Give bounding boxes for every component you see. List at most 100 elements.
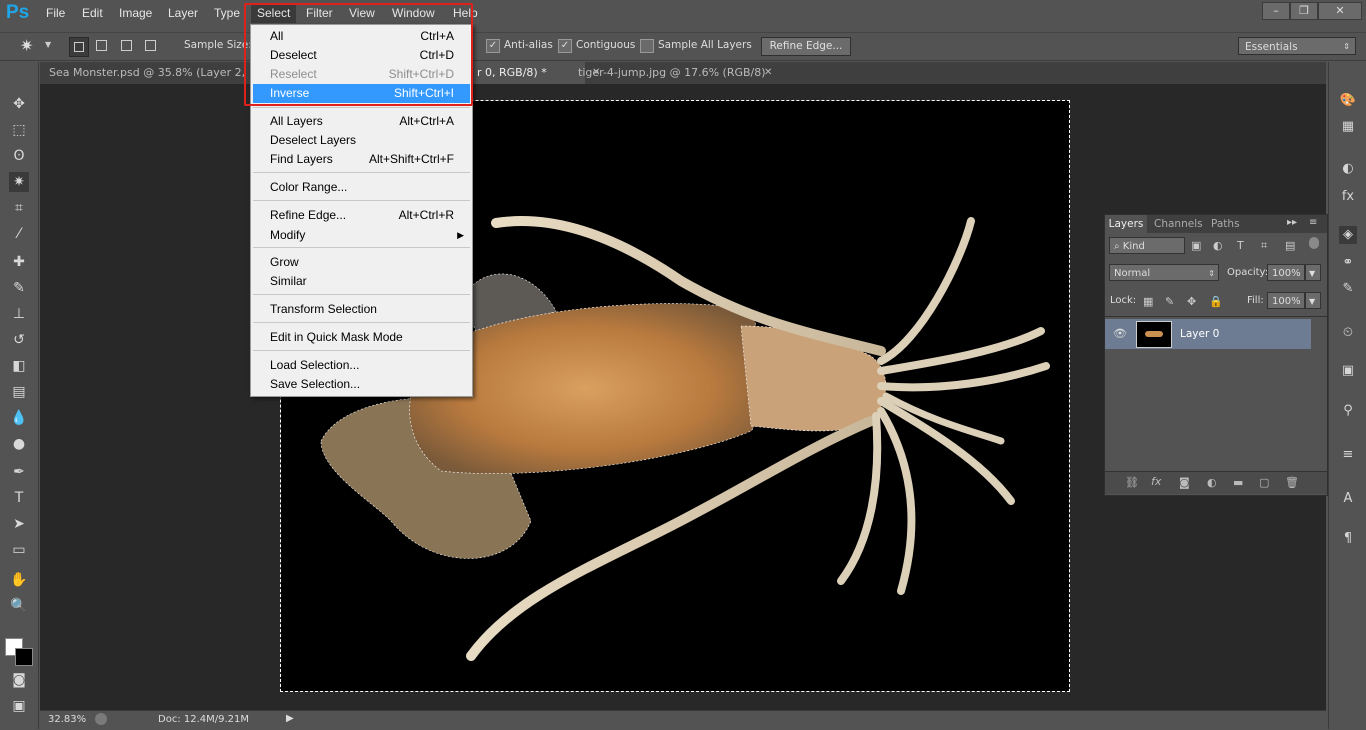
blur-tool-icon[interactable]: 💧 — [9, 408, 29, 428]
restore-button[interactable]: ❐ — [1290, 2, 1318, 20]
eraser-tool-icon[interactable]: ◧ — [9, 356, 29, 376]
tab-paths[interactable]: Paths — [1211, 215, 1240, 233]
brush-presets-icon[interactable]: ⚲ — [1339, 402, 1357, 420]
blend-mode-select[interactable]: Normal ⇕ — [1109, 264, 1219, 281]
menu-item-load-selection[interactable]: Load Selection... — [251, 356, 472, 375]
close-button[interactable]: ✕ — [1318, 2, 1362, 20]
filter-smart-object-icon[interactable]: ▤ — [1285, 239, 1295, 252]
background-color-swatch[interactable] — [15, 648, 33, 666]
filter-adjustment-icon[interactable]: ◐ — [1213, 239, 1223, 252]
subtract-selection-icon[interactable] — [121, 40, 132, 51]
channels-panel-icon[interactable]: ⚭ — [1339, 254, 1357, 272]
history-brush-icon[interactable]: ↺ — [9, 330, 29, 350]
dodge-tool-icon[interactable]: ● — [9, 434, 29, 454]
character-panel-icon[interactable]: A — [1339, 490, 1357, 508]
tab-tiger-jump[interactable]: tiger-4-jump.jpg @ 17.6% (RGB/8) — [568, 62, 778, 84]
lasso-tool-icon[interactable]: ʘ — [9, 146, 29, 166]
workspace-select[interactable]: Essentials ⇕ — [1238, 37, 1356, 55]
rectangle-tool-icon[interactable]: ▭ — [9, 540, 29, 560]
styles-panel-icon[interactable]: fx — [1339, 188, 1357, 206]
delete-layer-icon[interactable]: 🗑 — [1285, 476, 1299, 489]
anti-alias-checkbox[interactable]: ✓ — [486, 39, 500, 53]
screen-mode-icon[interactable]: ▣ — [9, 696, 29, 716]
hand-tool-icon[interactable]: ✋ — [9, 570, 29, 590]
pen-tool-icon[interactable]: ✒ — [9, 462, 29, 482]
menu-layer[interactable]: Layer — [168, 6, 198, 20]
path-selection-icon[interactable]: ➤ — [9, 514, 29, 534]
layer-filter-select[interactable]: ⌕ Kind — [1109, 237, 1185, 254]
lock-transparent-icon[interactable]: ▦ — [1143, 295, 1153, 308]
menu-item-deselect-layers[interactable]: Deselect Layers — [251, 131, 472, 150]
intersect-selection-icon[interactable] — [145, 40, 156, 51]
tab-sea-monster[interactable]: Sea Monster.psd @ 35.8% (Layer 2, RGB — [40, 62, 250, 101]
sample-all-layers-checkbox[interactable] — [640, 39, 654, 53]
menu-item-quick-mask[interactable]: Edit in Quick Mask Mode — [251, 328, 472, 347]
new-group-icon[interactable]: ▬ — [1233, 476, 1243, 489]
paths-panel-icon[interactable]: ✎ — [1339, 280, 1357, 298]
stamp-tool-icon[interactable]: ⊥ — [9, 304, 29, 324]
fill-field[interactable]: 100% — [1267, 292, 1305, 309]
panel-menu-icon[interactable]: ≡ — [1309, 217, 1317, 228]
menu-image[interactable]: Image — [119, 6, 152, 20]
menu-item-similar[interactable]: Similar — [251, 272, 472, 291]
filter-toggle-icon[interactable] — [1309, 237, 1319, 249]
add-mask-icon[interactable]: ◙ — [1179, 476, 1190, 489]
link-layers-icon[interactable]: ⛓ — [1125, 476, 1139, 489]
add-selection-icon[interactable] — [96, 40, 107, 51]
layers-panel-icon[interactable]: ◈ — [1339, 226, 1357, 244]
zoom-level[interactable]: 32.83% — [48, 714, 86, 725]
opacity-dropdown-icon[interactable]: ▼ — [1305, 264, 1321, 281]
status-menu-arrow-icon[interactable]: ▶ — [286, 713, 294, 724]
menu-type[interactable]: Type — [214, 6, 240, 20]
zoom-tool-icon[interactable]: 🔍 — [9, 596, 29, 616]
eyedropper-tool-icon[interactable]: ⁄ — [9, 224, 29, 244]
layer-row[interactable]: 👁 Layer 0 — [1105, 319, 1311, 349]
visibility-eye-icon[interactable]: 👁 — [1113, 327, 1127, 340]
move-tool-icon[interactable]: ✥ — [9, 94, 29, 114]
menu-item-color-range[interactable]: Color Range... — [251, 178, 472, 197]
layer-style-icon[interactable]: fx — [1151, 475, 1161, 488]
filter-type-icon[interactable]: T — [1237, 239, 1244, 252]
menu-edit[interactable]: Edit — [82, 6, 103, 20]
filter-shape-icon[interactable]: ⌗ — [1261, 239, 1267, 253]
new-layer-icon[interactable]: ▢ — [1259, 476, 1269, 489]
opacity-field[interactable]: 100% — [1267, 264, 1305, 281]
menu-item-grow[interactable]: Grow — [251, 253, 472, 272]
type-tool-icon[interactable]: T — [9, 488, 29, 508]
contiguous-checkbox[interactable]: ✓ — [558, 39, 572, 53]
menu-item-transform-selection[interactable]: Transform Selection — [251, 300, 472, 319]
panel-collapse-icon[interactable]: ▸▸ — [1287, 217, 1297, 228]
lock-pixels-icon[interactable]: ✎ — [1165, 295, 1174, 308]
menu-item-save-selection[interactable]: Save Selection... — [251, 375, 472, 394]
color-panel-icon[interactable]: 🎨 — [1339, 92, 1357, 110]
status-info-icon[interactable] — [95, 713, 107, 725]
swatches-panel-icon[interactable]: ▦ — [1339, 118, 1357, 136]
menu-item-modify[interactable]: Modify ▶ — [251, 226, 472, 245]
close-tab-icon[interactable]: ✕ — [764, 67, 772, 78]
properties-panel-icon[interactable]: ▣ — [1339, 362, 1357, 380]
tab-layers[interactable]: Layers — [1105, 215, 1147, 233]
fill-dropdown-icon[interactable]: ▼ — [1305, 292, 1321, 309]
history-panel-icon[interactable]: ⏲ — [1339, 324, 1357, 342]
adjustments-panel-icon[interactable]: ◐ — [1339, 160, 1357, 178]
tab-channels[interactable]: Channels — [1154, 215, 1203, 233]
refine-edge-button[interactable]: Refine Edge... — [761, 37, 851, 56]
layer-name[interactable]: Layer 0 — [1180, 328, 1219, 340]
menu-item-all-layers[interactable]: All Layers Alt+Ctrl+A — [251, 112, 472, 131]
lock-position-icon[interactable]: ✥ — [1187, 295, 1196, 308]
lock-all-icon[interactable]: 🔒 — [1209, 295, 1223, 308]
magic-wand-icon[interactable]: ✷ — [20, 36, 33, 55]
menu-item-find-layers[interactable]: Find Layers Alt+Shift+Ctrl+F — [251, 150, 472, 169]
menu-item-refine-edge[interactable]: Refine Edge... Alt+Ctrl+R — [251, 206, 472, 225]
adjustment-layer-icon[interactable]: ◐ — [1207, 476, 1217, 489]
healing-brush-icon[interactable]: ✚ — [9, 252, 29, 272]
magic-wand-tool-icon[interactable]: ✷ — [9, 172, 29, 192]
paragraph-panel-icon[interactable]: ¶ — [1339, 530, 1357, 548]
gradient-tool-icon[interactable]: ▤ — [9, 382, 29, 402]
chevron-down-icon[interactable]: ▼ — [45, 40, 51, 49]
brush-tool-icon[interactable]: ✎ — [9, 278, 29, 298]
minimize-button[interactable]: – — [1262, 2, 1290, 20]
quick-mask-icon[interactable]: ◙ — [9, 670, 29, 690]
filter-pixel-icon[interactable]: ▣ — [1191, 239, 1201, 252]
marquee-tool-icon[interactable]: ⬚ — [9, 120, 29, 140]
